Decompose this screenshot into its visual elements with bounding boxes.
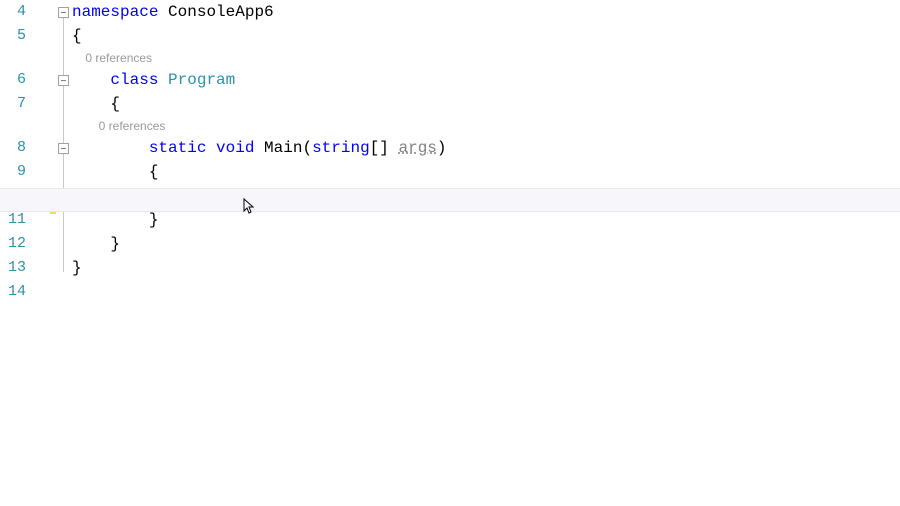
code-line[interactable]: } [72, 232, 900, 256]
code-line[interactable]: { [72, 24, 900, 48]
brace-close: } [110, 235, 120, 253]
method-name: Main [264, 139, 302, 157]
line-number: 8 [0, 136, 26, 160]
class-name: Program [168, 71, 235, 89]
codelens-text: 0 references [99, 119, 166, 133]
codelens-references[interactable]: 0 references [72, 116, 900, 136]
code-line[interactable]: { [72, 160, 900, 184]
brace-open: { [149, 163, 159, 181]
brace-close: } [149, 211, 159, 229]
cursor-icon [243, 198, 255, 216]
line-number: 5 [0, 24, 26, 48]
code-area[interactable]: namespace ConsoleApp6 { 0 references cla… [72, 0, 900, 506]
glyph-margin [30, 0, 50, 506]
code-line[interactable]: class Program [72, 68, 900, 92]
outlining-margin [56, 0, 72, 506]
codelens-references[interactable]: 0 references [72, 48, 900, 68]
codelens-spacer [0, 48, 26, 68]
param-args: args [398, 139, 436, 157]
line-number: 4 [0, 0, 26, 24]
code-line[interactable]: { [72, 92, 900, 116]
fold-toggle-icon[interactable] [58, 143, 69, 154]
line-number: 6 [0, 68, 26, 92]
code-line[interactable]: static void Main(string[] args) [72, 136, 900, 160]
line-number: 7 [0, 92, 26, 116]
code-line[interactable]: namespace ConsoleApp6 [72, 0, 900, 24]
code-editor[interactable]: 4 5 6 7 8 9 10 11 12 13 14 namespace [0, 0, 900, 506]
fold-toggle-icon[interactable] [58, 7, 69, 18]
brace-open: { [72, 27, 82, 45]
namespace-name: ConsoleApp6 [168, 3, 274, 21]
codelens-text: 0 references [85, 51, 152, 65]
brace-open: { [110, 95, 120, 113]
line-number: 12 [0, 232, 26, 256]
codelens-spacer [0, 116, 26, 136]
code-line[interactable] [72, 280, 900, 304]
fold-toggle-icon[interactable] [58, 75, 69, 86]
keyword-class: class [110, 71, 158, 89]
keyword-namespace: namespace [72, 3, 158, 21]
line-number: 14 [0, 280, 26, 304]
brace-close: } [72, 259, 82, 277]
line-number: 13 [0, 256, 26, 280]
line-number-gutter: 4 5 6 7 8 9 10 11 12 13 14 [0, 0, 30, 506]
keyword-static: static [149, 139, 207, 157]
line-number: 9 [0, 160, 26, 184]
keyword-void: void [216, 139, 254, 157]
code-line[interactable]: } [72, 256, 900, 280]
keyword-string: string [312, 139, 370, 157]
